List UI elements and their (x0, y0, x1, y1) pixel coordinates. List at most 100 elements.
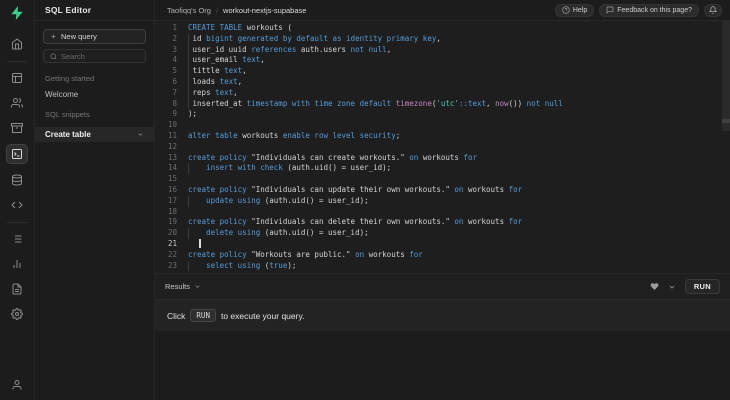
results-label: Results (165, 282, 191, 291)
database-icon[interactable] (7, 171, 27, 189)
line-number: 2 (172, 33, 177, 43)
help-button[interactable]: Help (554, 3, 595, 17)
line-number: 20 (167, 228, 177, 238)
code-line[interactable]: 7 reps text, (155, 87, 730, 99)
code-line[interactable]: 23 select using (true); (155, 260, 730, 272)
search-box[interactable] (43, 49, 146, 63)
help-label: Help (572, 6, 588, 14)
sidebar-item-welcome[interactable]: Welcome (45, 90, 144, 99)
code-line[interactable]: 19 create policy "Individuals can delete … (155, 217, 730, 228)
code-line[interactable]: 21 (155, 239, 730, 250)
auth-users-icon[interactable] (7, 94, 27, 112)
line-number: 18 (167, 206, 177, 216)
feedback-button[interactable]: Feedback on this page? (599, 3, 699, 17)
notifications-bell-icon (709, 6, 717, 14)
logs-icon[interactable] (7, 230, 27, 248)
code-line[interactable]: 13 create policy "Individuals can create … (155, 153, 730, 164)
results-empty-panel (155, 331, 730, 400)
sql-code-editor[interactable]: 1 CREATE TABLE workouts (2 id bigint gene… (155, 21, 730, 273)
notifications-button[interactable] (704, 3, 722, 17)
code-line[interactable]: 22 create policy "Workouts are public." o… (155, 250, 730, 261)
results-dropdown[interactable]: Results (165, 282, 201, 291)
code-line[interactable]: 18 (155, 207, 730, 218)
feedback-label: Feedback on this page? (617, 6, 692, 14)
table-editor-icon[interactable] (7, 69, 27, 87)
code-line[interactable]: 11 alter table workouts enable row level … (155, 131, 730, 142)
code-line[interactable]: 17 update using (auth.uid() = user_id); (155, 195, 730, 207)
chevron-down-icon (669, 285, 675, 289)
help-icon (562, 6, 570, 14)
account-icon[interactable] (7, 376, 27, 394)
chevron-down-icon (138, 133, 143, 136)
line-number: 17 (167, 195, 177, 205)
breadcrumb-separator: / (215, 5, 219, 15)
main-area: Taofiqq's Org / workout-nextjs-supabase … (155, 0, 730, 400)
code-line[interactable]: 10 (155, 120, 730, 131)
code-line[interactable]: 2 id bigint generated by default as iden… (155, 33, 730, 45)
run-button[interactable]: RUN (684, 279, 720, 294)
snippet-label: Create table (45, 130, 91, 139)
line-number: 12 (167, 141, 177, 151)
run-options-button[interactable] (668, 283, 676, 291)
app-window: SQL Editor New query Getting started Wel… (0, 0, 730, 400)
plus-icon (51, 34, 56, 39)
code-line[interactable]: 9); (155, 109, 730, 120)
breadcrumb-project[interactable]: workout-nextjs-supabase (223, 6, 306, 15)
code-line[interactable]: 3 user_id uuid references auth.users not… (155, 44, 730, 56)
run-kbd: RUN (190, 309, 216, 322)
favorite-button[interactable] (650, 282, 659, 291)
code-line[interactable]: 8 inserted_at timestamp with time zone d… (155, 98, 730, 110)
breadcrumb-org[interactable]: Taofiqq's Org (167, 6, 211, 15)
line-number: 8 (172, 98, 177, 108)
editor-scrollbar[interactable] (722, 21, 730, 131)
rail-divider (7, 61, 27, 62)
code-line[interactable]: 12 (155, 142, 730, 153)
line-number: 10 (167, 120, 177, 130)
code-line[interactable]: 15 (155, 174, 730, 185)
code-line[interactable]: 1 CREATE TABLE workouts ( (155, 23, 730, 34)
search-input[interactable] (61, 51, 139, 61)
code-line[interactable]: 6 loads text, (155, 76, 730, 88)
section-sql-snippets: SQL snippets (45, 110, 90, 119)
code-line[interactable]: 20 delete using (auth.uid() = user_id); (155, 228, 730, 239)
sidebar-item-create-table[interactable]: Create table (35, 127, 154, 142)
text-cursor (199, 239, 201, 249)
section-getting-started: Getting started (45, 74, 95, 83)
favorite-heart-icon (650, 283, 659, 290)
line-number: 22 (167, 249, 177, 259)
line-number: 11 (167, 130, 177, 140)
line-number: 15 (167, 174, 177, 184)
storage-icon[interactable] (7, 119, 27, 137)
icon-rail (0, 0, 35, 400)
new-query-button[interactable]: New query (43, 29, 146, 44)
code-line[interactable]: 5 tittle text, (155, 66, 730, 77)
api-code-icon[interactable] (7, 196, 27, 214)
code-line[interactable]: 14 insert with check (auth.uid() = user_… (155, 163, 730, 174)
search-icon (50, 53, 57, 59)
settings-icon[interactable] (7, 305, 27, 323)
docs-icon[interactable] (7, 280, 27, 298)
line-number: 14 (167, 163, 177, 173)
hint-pre: Click (167, 310, 186, 321)
code-line[interactable]: 16 create policy "Individuals can update … (155, 185, 730, 196)
line-number: 23 (167, 260, 177, 270)
line-number: 21 (167, 238, 177, 248)
line-number: 4 (172, 55, 177, 65)
supabase-logo[interactable] (8, 4, 26, 22)
line-number: 13 (167, 152, 177, 162)
run-hint: Click RUN to execute your query. (155, 299, 730, 331)
line-number: 1 (172, 23, 177, 32)
top-bar: Taofiqq's Org / workout-nextjs-supabase … (155, 0, 730, 21)
code-lines: 1 CREATE TABLE workouts (2 id bigint gene… (155, 23, 730, 272)
results-toolbar: Results RUN (155, 273, 730, 299)
line-number: 9 (172, 109, 177, 119)
reports-icon[interactable] (7, 255, 27, 273)
line-number: 6 (172, 76, 177, 86)
feedback-icon (606, 6, 614, 14)
home-icon[interactable] (7, 35, 27, 53)
scrollbar-mark (722, 119, 730, 123)
new-query-label: New query (61, 32, 97, 41)
sql-editor-icon[interactable] (6, 144, 28, 164)
code-line[interactable]: 4 user_email text, (155, 55, 730, 66)
line-number: 7 (172, 87, 177, 97)
